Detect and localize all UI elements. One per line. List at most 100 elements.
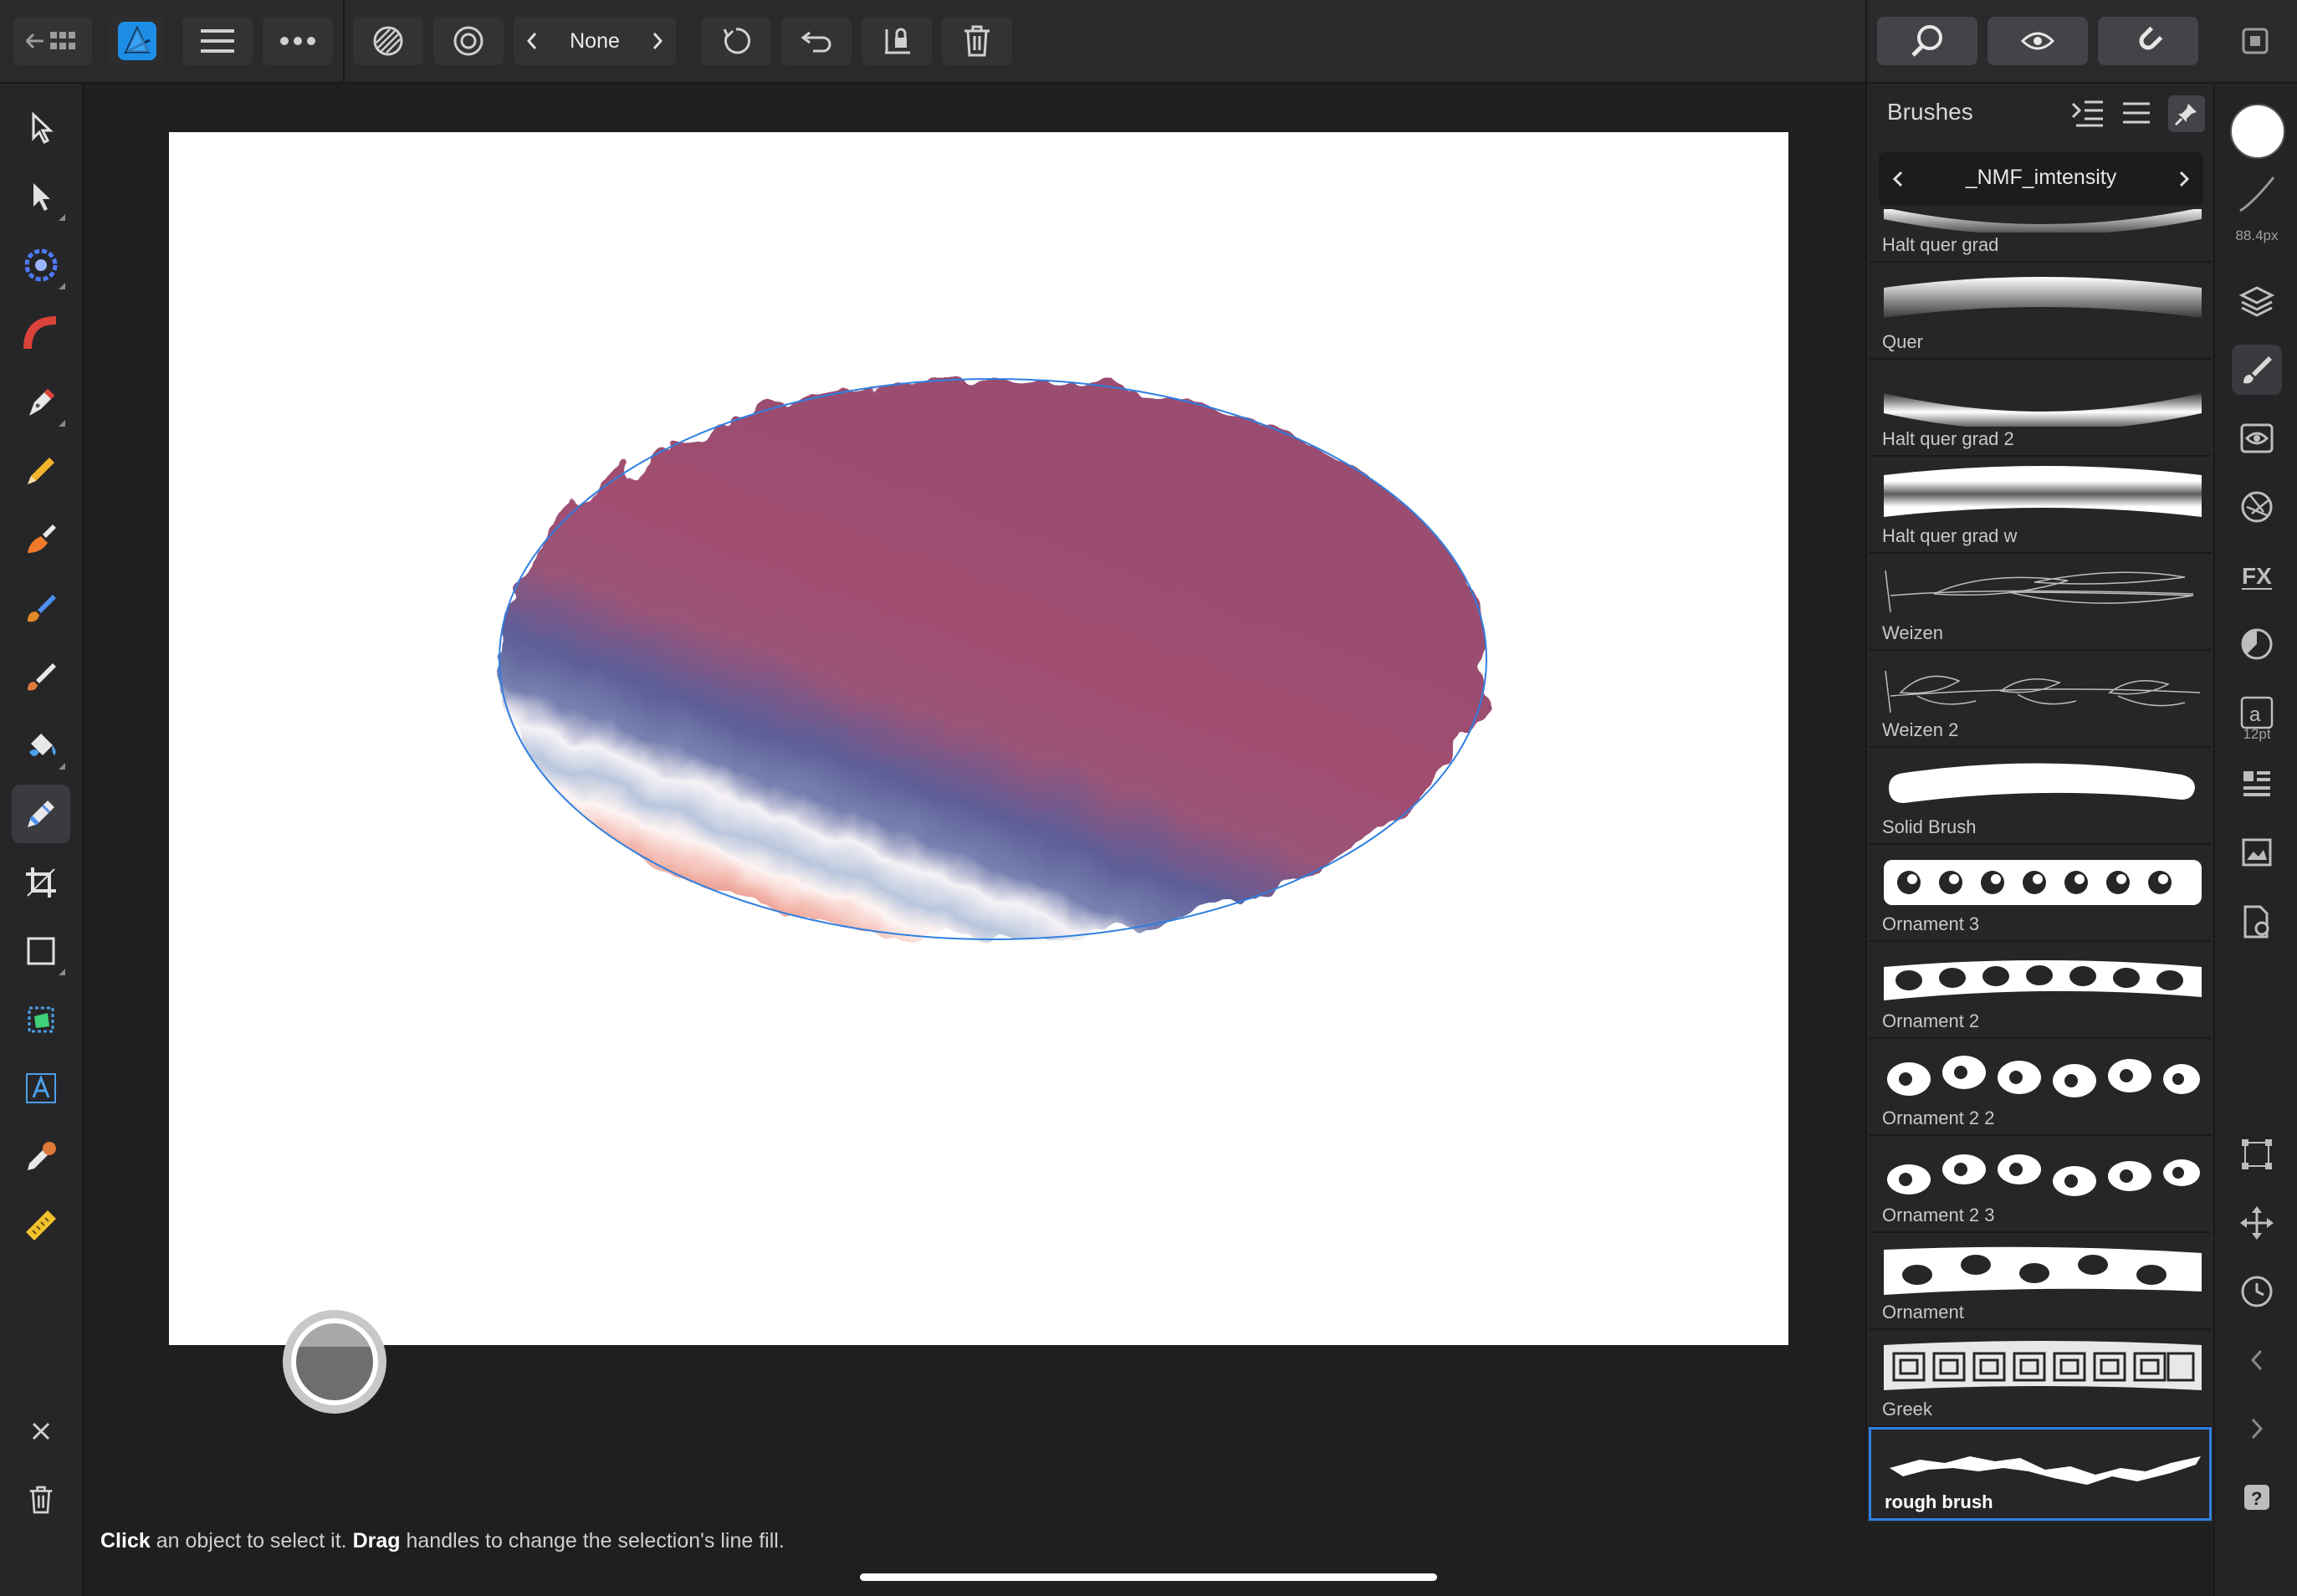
tool-fill-brush[interactable] bbox=[12, 579, 70, 637]
navigator-studio-button[interactable] bbox=[2232, 413, 2282, 463]
window-expand-icon bbox=[2242, 28, 2269, 54]
document-menu-button[interactable] bbox=[182, 17, 253, 65]
brush-item[interactable]: Ornament 2 3 bbox=[1869, 1136, 2212, 1233]
help-button[interactable]: ? bbox=[2232, 1472, 2282, 1522]
tool-move[interactable] bbox=[12, 99, 70, 157]
brush-item[interactable]: Ornament 3 bbox=[1869, 845, 2212, 942]
brush-item[interactable]: Solid Brush bbox=[1869, 748, 2212, 845]
home-indicator[interactable] bbox=[860, 1573, 1437, 1581]
brush-item[interactable]: Greek bbox=[1869, 1330, 2212, 1427]
layers-studio-button[interactable] bbox=[2232, 276, 2282, 326]
brush-item[interactable]: Weizen 2 bbox=[1869, 651, 2212, 748]
brush-item[interactable]: Ornament bbox=[1869, 1233, 2212, 1330]
tool-flood-fill[interactable] bbox=[12, 716, 70, 775]
painted-ellipse[interactable] bbox=[499, 378, 1487, 940]
brush-size-value: 88.4px bbox=[2235, 228, 2279, 243]
close-context-button[interactable] bbox=[12, 1402, 70, 1460]
pin-panel-button[interactable] bbox=[2168, 95, 2205, 132]
hamburger-menu-icon bbox=[201, 29, 234, 53]
layers-icon bbox=[2238, 286, 2275, 317]
gallery-back-button[interactable] bbox=[13, 17, 92, 65]
brush-label: Quer bbox=[1882, 331, 1923, 352]
brush-width-icon[interactable] bbox=[2237, 174, 2277, 214]
document-settings-studio-button[interactable] bbox=[2232, 897, 2282, 947]
more-options-button[interactable] bbox=[263, 17, 333, 65]
brush-preview bbox=[1884, 1246, 2202, 1295]
brushes-studio-button[interactable] bbox=[2232, 345, 2282, 395]
fx-icon: FX bbox=[2242, 563, 2272, 590]
context-hint-bar: Click an object to select it. Drag handl… bbox=[84, 1522, 2213, 1564]
transform-studio-button[interactable] bbox=[2232, 1129, 2282, 1179]
brush-label: Solid Brush bbox=[1882, 816, 1977, 837]
tool-measure[interactable] bbox=[12, 1196, 70, 1255]
selection-mode-button[interactable] bbox=[433, 17, 504, 65]
adjustments-studio-button[interactable] bbox=[2232, 482, 2282, 532]
tool-pen[interactable] bbox=[12, 373, 70, 432]
svg-text:a: a bbox=[2249, 703, 2261, 726]
mode-selector[interactable]: None bbox=[514, 17, 676, 65]
brush-icon bbox=[28, 663, 56, 691]
history-snapshot-studio-button[interactable] bbox=[2232, 828, 2282, 878]
navigator-move-button[interactable] bbox=[2232, 1198, 2282, 1248]
panel-menu-icon[interactable] bbox=[2071, 99, 2105, 127]
paragraph-studio-button[interactable] bbox=[2232, 760, 2282, 810]
brush-item[interactable]: Quer bbox=[1869, 263, 2212, 360]
brush-item[interactable]: Halt quer grad w bbox=[1869, 457, 2212, 554]
undo-transform-button[interactable] bbox=[781, 17, 852, 65]
delete-context-button[interactable] bbox=[12, 1471, 70, 1529]
chevron-left-icon bbox=[2250, 1349, 2263, 1371]
persona-photo-button[interactable] bbox=[109, 17, 166, 65]
brush-item[interactable]: Halt quer grad 2 bbox=[1869, 360, 2212, 457]
studio-toggle-button[interactable] bbox=[2230, 17, 2280, 65]
tool-crop[interactable] bbox=[12, 853, 70, 912]
list-view-icon[interactable] bbox=[2121, 100, 2151, 125]
collapse-right-button[interactable] bbox=[2232, 1404, 2282, 1454]
chevron-right-icon[interactable] bbox=[2178, 171, 2190, 187]
tool-color-picker[interactable] bbox=[12, 1128, 70, 1186]
snapping-button[interactable] bbox=[2098, 17, 2198, 65]
pointer-filled-icon bbox=[33, 183, 50, 211]
canvas-artwork bbox=[499, 378, 1487, 940]
fx-studio-button[interactable]: FX bbox=[2232, 550, 2282, 601]
tool-vector-brush[interactable] bbox=[12, 510, 70, 569]
magnifier-icon bbox=[1911, 25, 1942, 57]
mode-selector-value: None bbox=[570, 28, 620, 53]
chevron-left-icon[interactable] bbox=[525, 32, 539, 50]
tool-rectangle[interactable] bbox=[12, 922, 70, 980]
color-studio-button[interactable] bbox=[2232, 619, 2282, 669]
tool-brush-shape[interactable] bbox=[12, 304, 70, 363]
tool-shape-builder[interactable] bbox=[12, 990, 70, 1049]
quick-mask-button[interactable] bbox=[353, 17, 423, 65]
quick-menu-handle[interactable] bbox=[283, 1310, 386, 1414]
tool-dodge-burn[interactable] bbox=[12, 647, 70, 706]
color-swatch[interactable] bbox=[2230, 104, 2285, 159]
brush-item[interactable]: Ornament 2 2 bbox=[1869, 1039, 2212, 1136]
magnet-icon bbox=[2139, 26, 2163, 50]
view-mode-button[interactable] bbox=[1987, 17, 2088, 65]
brush-category-selector[interactable]: _NMF_imtensity bbox=[1879, 152, 2203, 206]
paint-brush-icon bbox=[28, 595, 56, 622]
tool-node[interactable] bbox=[12, 167, 70, 226]
brush-label: Halt quer grad 2 bbox=[1882, 428, 2014, 449]
tool-pencil[interactable] bbox=[12, 442, 70, 500]
history-studio-button[interactable] bbox=[2232, 1266, 2282, 1317]
brush-item[interactable]: Weizen bbox=[1869, 554, 2212, 651]
delete-button[interactable] bbox=[942, 17, 1012, 65]
top-toolbar: None bbox=[0, 0, 2297, 84]
tool-selection-brush[interactable] bbox=[12, 236, 70, 294]
tool-artistic-text[interactable] bbox=[12, 1059, 70, 1118]
brush-item-selected[interactable]: rough brush bbox=[1869, 1427, 2212, 1521]
pencil-icon bbox=[28, 458, 54, 484]
brush-item[interactable]: Halt quer grad bbox=[1869, 209, 2212, 263]
tool-gradient-active[interactable] bbox=[12, 785, 70, 843]
brush-preview bbox=[1884, 393, 2202, 427]
chevron-right-icon[interactable] bbox=[651, 32, 664, 50]
document-canvas[interactable] bbox=[169, 132, 1788, 1345]
lock-button[interactable] bbox=[862, 17, 932, 65]
eye-pen-icon bbox=[2020, 32, 2055, 50]
rotate-button[interactable] bbox=[701, 17, 771, 65]
brush-item[interactable]: Ornament 2 bbox=[1869, 942, 2212, 1039]
brush-label: Ornament 2 2 bbox=[1882, 1107, 1995, 1128]
zoom-button[interactable] bbox=[1877, 17, 1977, 65]
collapse-left-button[interactable] bbox=[2232, 1335, 2282, 1385]
